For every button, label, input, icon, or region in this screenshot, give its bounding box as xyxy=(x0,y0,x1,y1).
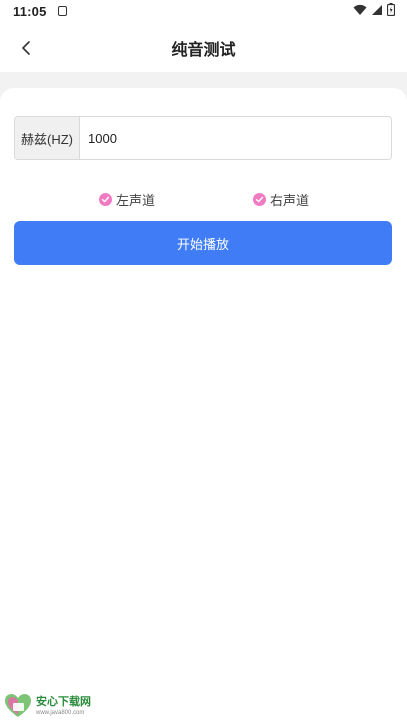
signal-icon xyxy=(371,3,383,21)
right-channel-checkbox[interactable]: 右声道 xyxy=(253,190,309,208)
status-bar: 11:05 xyxy=(0,0,407,24)
left-channel-checkbox[interactable]: 左声道 xyxy=(99,190,155,208)
watermark-title: 安心下载网 xyxy=(36,695,91,708)
page-title: 纯音测试 xyxy=(171,42,236,59)
frequency-input[interactable] xyxy=(80,117,391,159)
wifi-icon xyxy=(353,3,367,21)
watermark-url: www.java800.com xyxy=(36,709,85,716)
header: 纯音测试 xyxy=(0,24,407,72)
notification-icon xyxy=(58,6,67,16)
watermark-logo-icon xyxy=(4,693,32,719)
content-card xyxy=(0,88,407,723)
battery-icon xyxy=(386,3,396,21)
status-time: 11:05 xyxy=(13,4,47,19)
frequency-label: 赫兹(HZ) xyxy=(15,117,80,159)
right-channel-label: 右声道 xyxy=(270,192,310,208)
start-play-button[interactable]: 开始播放 xyxy=(14,221,392,265)
checkmark-icon xyxy=(253,192,266,206)
checkmark-icon xyxy=(99,192,112,206)
watermark: 安心下载网 www.java800.com xyxy=(4,692,91,720)
status-icons xyxy=(353,3,396,21)
watermark-texts: 安心下载网 www.java800.com xyxy=(36,695,91,716)
left-channel-label: 左声道 xyxy=(116,192,156,208)
frequency-field: 赫兹(HZ) xyxy=(14,116,392,160)
